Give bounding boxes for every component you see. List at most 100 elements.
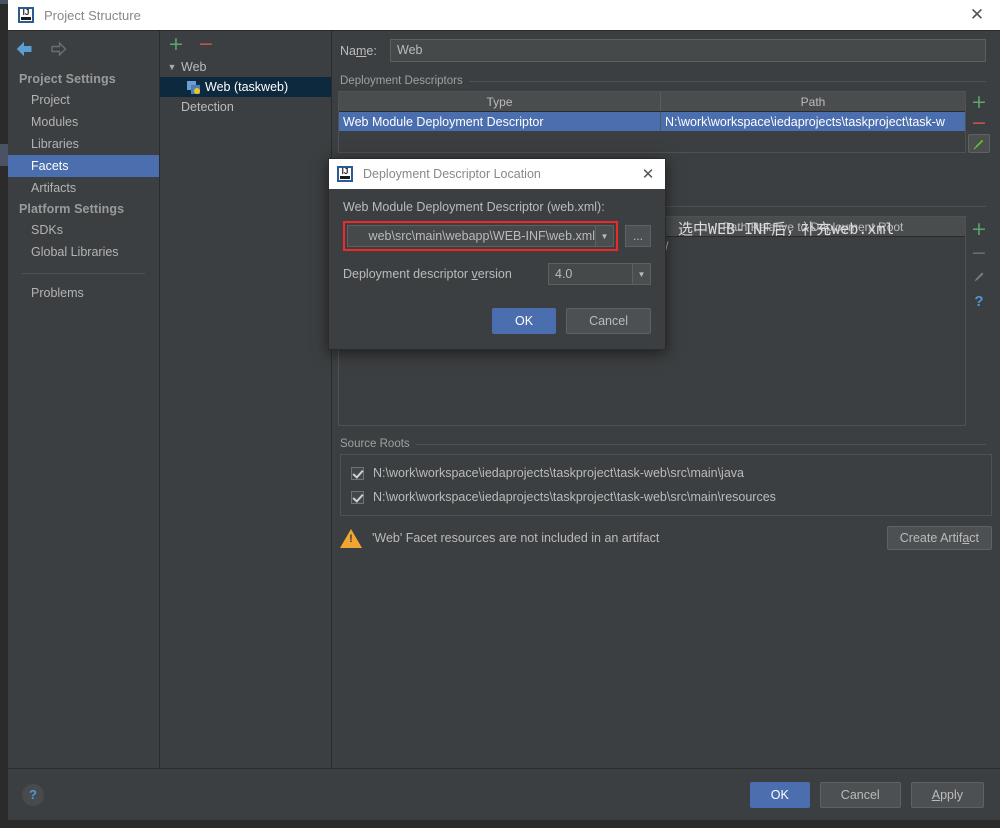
table-body: Web Module Deployment Descriptor N:\work… <box>339 112 965 152</box>
desktop-backdrop: Project Structure ✕ <box>0 0 1000 828</box>
sidebar-item-project[interactable]: Project <box>8 89 159 111</box>
create-artifact-button[interactable]: Create Artifact <box>886 526 992 550</box>
tree-node-detection[interactable]: Detection <box>160 97 331 117</box>
modal-ok-button[interactable]: OK <box>492 308 557 334</box>
descriptor-path-input[interactable]: web\src\main\webapp\WEB-INF\web.xml <box>348 226 595 246</box>
btn-label-mnemonic: A <box>931 787 941 802</box>
modal-buttons: OK Cancel <box>329 308 665 334</box>
add-web-resource-button[interactable]: + <box>968 218 990 240</box>
close-icon[interactable]: ✕ <box>635 161 661 187</box>
descriptor-path-row: web\src\main\webapp\WEB-INF\web.xml ▼ ..… <box>343 221 651 251</box>
column-header-type: Type <box>339 92 661 111</box>
edit-web-resource-button[interactable] <box>968 266 990 288</box>
sidebar-item-artifacts[interactable]: Artifacts <box>8 177 159 199</box>
remove-web-resource-button[interactable]: − <box>968 242 990 264</box>
section-caption: Source Roots <box>340 438 410 450</box>
deployment-descriptors-table-wrap: Type Path Web Module Deployment Descript… <box>338 91 992 153</box>
minus-icon: − <box>971 111 987 134</box>
remove-descriptor-button[interactable]: − <box>968 111 990 134</box>
facet-name-label: Name: <box>338 44 390 58</box>
browse-button[interactable]: ... <box>625 225 651 247</box>
window-titlebar: Project Structure ✕ <box>8 0 1000 30</box>
source-roots-caption: Source Roots <box>340 438 986 450</box>
table-header: Type Path <box>339 92 965 112</box>
backdrop-strip <box>0 0 8 4</box>
descriptor-path-combo[interactable]: web\src\main\webapp\WEB-INF\web.xml ▼ <box>347 225 614 247</box>
descriptor-version-value: 4.0 <box>555 267 573 281</box>
remove-facet-button[interactable]: − <box>198 35 214 54</box>
list-item[interactable]: N:\work\workspace\iedaprojects\taskproje… <box>341 461 991 485</box>
tree-node-label: Web (taskweb) <box>205 80 289 94</box>
version-label-suffix: ersion <box>477 267 512 281</box>
window-body: Project Settings Project Modules Librari… <box>8 30 1000 768</box>
plus-icon: + <box>971 218 987 240</box>
table-row[interactable]: Web Module Deployment Descriptor N:\work… <box>339 112 965 131</box>
forward-arrow-icon[interactable] <box>50 41 67 57</box>
sidebar-items: Project Settings Project Modules Librari… <box>8 63 159 304</box>
tree-node-web-group[interactable]: ▼ Web <box>160 57 331 77</box>
modal-title: Deployment Descriptor Location <box>363 167 541 181</box>
section-caption: Deployment Descriptors <box>340 75 463 87</box>
pencil-icon <box>974 272 984 282</box>
add-facet-button[interactable]: + <box>168 35 184 54</box>
minus-icon: − <box>971 242 987 264</box>
source-root-checkbox[interactable] <box>351 490 364 504</box>
warning-message: 'Web' Facet resources are not included i… <box>372 531 660 545</box>
sidebar-item-global-libraries[interactable]: Global Libraries <box>8 241 159 263</box>
sidebar-item-modules[interactable]: Modules <box>8 111 159 133</box>
source-root-path: N:\work\workspace\iedaprojects\taskproje… <box>373 466 744 480</box>
chevron-down-icon[interactable]: ▼ <box>595 226 613 246</box>
edit-descriptor-button[interactable] <box>968 134 990 153</box>
deployment-descriptors-table: Type Path Web Module Deployment Descript… <box>338 91 966 153</box>
sidebar-group-platform-settings: Platform Settings <box>19 202 125 216</box>
facet-details-panel: Name: Web Deployment Descriptors Type Pa… <box>332 31 1000 768</box>
facet-tree-toolbar: + − <box>160 31 331 57</box>
ok-button[interactable]: OK <box>749 781 810 808</box>
help-button[interactable]: ? <box>22 783 44 806</box>
backdrop-strip <box>0 144 8 166</box>
intellij-idea-logo-icon <box>337 166 353 182</box>
dialog-footer: ? OK Cancel Apply <box>8 768 1000 820</box>
sidebar-item-sdks[interactable]: SDKs <box>8 219 159 241</box>
version-label-prefix: Deployment descriptor <box>343 267 472 281</box>
deployment-descriptors-caption: Deployment Descriptors <box>340 75 986 87</box>
facet-name-label-prefix: Na <box>340 43 356 58</box>
apply-button[interactable]: Apply <box>910 781 984 808</box>
descriptor-version-combo[interactable]: 4.0 ▼ <box>548 263 651 285</box>
web-resource-help-button[interactable]: ? <box>968 290 990 312</box>
add-descriptor-button[interactable]: + <box>968 93 990 112</box>
footer-buttons: OK Cancel Apply <box>749 781 984 808</box>
sidebar-item-facets[interactable]: Facets <box>8 155 159 177</box>
modal-cancel-button[interactable]: Cancel <box>566 308 651 334</box>
facet-tree-panel: + − ▼ Web Web (taskweb) Detection <box>160 31 332 768</box>
chevron-down-icon[interactable]: ▼ <box>632 264 650 284</box>
sidebar-item-libraries[interactable]: Libraries <box>8 133 159 155</box>
facet-name-input[interactable]: Web <box>390 39 986 62</box>
cancel-button[interactable]: Cancel <box>819 781 901 808</box>
list-item[interactable]: N:\work\workspace\iedaprojects\taskproje… <box>341 485 991 509</box>
sidebar-divider <box>22 273 145 274</box>
cell-type: Web Module Deployment Descriptor <box>339 112 661 131</box>
web-facet-icon <box>187 80 200 94</box>
facet-tree: ▼ Web Web (taskweb) Detection <box>160 57 331 117</box>
source-roots-list: N:\work\workspace\iedaprojects\taskproje… <box>340 454 992 516</box>
back-arrow-icon[interactable] <box>16 41 33 57</box>
source-root-checkbox[interactable] <box>351 466 364 480</box>
web-resource-directories-buttons: + − ? <box>966 216 992 426</box>
tree-node-label: Web <box>181 60 207 74</box>
facet-name-label-mnemonic: m <box>355 43 367 58</box>
sidebar-nav-arrows <box>8 35 159 63</box>
sidebar-item-problems[interactable]: Problems <box>8 282 159 304</box>
close-icon[interactable]: ✕ <box>960 1 994 29</box>
deployment-descriptor-location-dialog: Deployment Descriptor Location ✕ Web Mod… <box>328 158 666 350</box>
column-header-path: Path <box>800 94 826 109</box>
tree-node-web-taskweb[interactable]: Web (taskweb) <box>160 77 331 97</box>
facet-name-label-suffix: e: <box>366 43 377 58</box>
btn-label-suffix: pply <box>940 787 963 802</box>
cell-path: N:\work\workspace\iedaprojects\taskproje… <box>665 114 945 129</box>
modal-titlebar: Deployment Descriptor Location ✕ <box>329 159 665 189</box>
main-scrollbar[interactable] <box>996 31 1000 768</box>
chevron-down-icon: ▼ <box>167 62 177 72</box>
source-root-path: N:\work\workspace\iedaprojects\taskproje… <box>373 490 776 504</box>
plus-icon: + <box>971 91 987 114</box>
